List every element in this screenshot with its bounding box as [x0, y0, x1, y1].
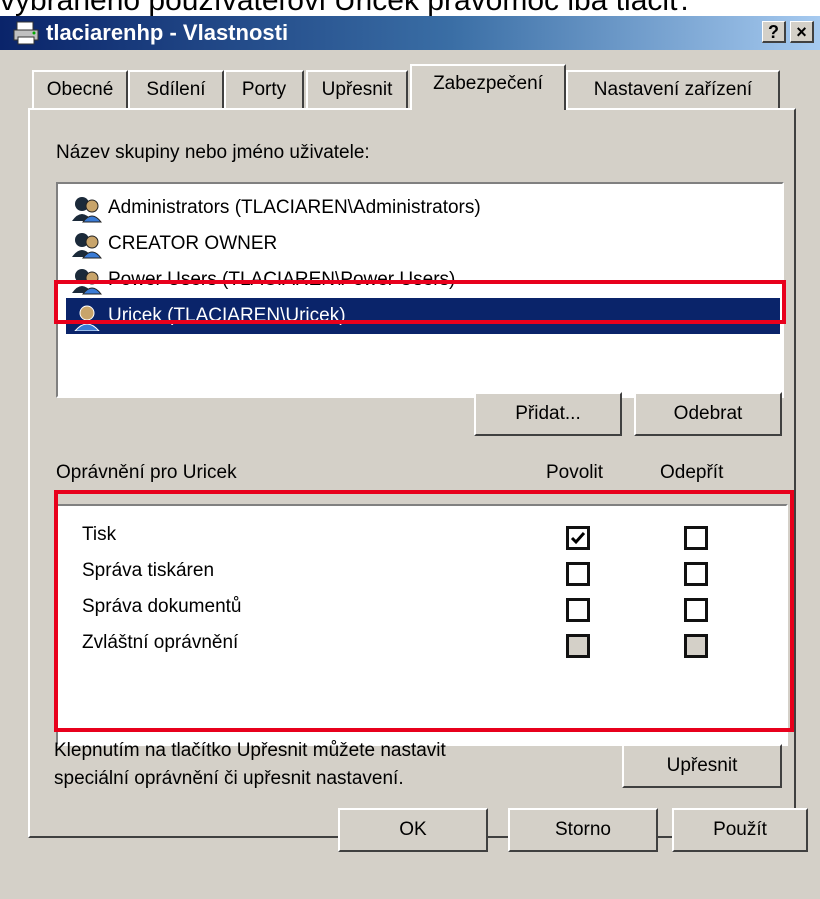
help-button[interactable]: ? [762, 21, 786, 43]
window-title: tlaciarenhp - Vlastnosti [46, 20, 289, 45]
permissions-label: Oprávnění pro Uricek [56, 462, 237, 483]
allow-checkbox[interactable] [566, 598, 590, 622]
deny-column-header: Odepřít [660, 462, 724, 483]
permission-name: Správa tiskáren [82, 560, 215, 581]
tab-device-settings[interactable]: Nastavení zařízení [566, 70, 780, 108]
user-icon [74, 305, 100, 331]
ok-button[interactable]: OK [338, 808, 488, 852]
permissions-list: Tisk Správa tiskáren Správa dokumentů Zv… [56, 504, 788, 746]
allow-checkbox[interactable] [566, 562, 590, 586]
permission-row-special: Zvláštní oprávnění [58, 628, 786, 664]
tab-sharing[interactable]: Sdílení [128, 70, 224, 108]
list-item-administrators[interactable]: Administrators (TLACIAREN\Administrators… [66, 190, 780, 226]
permission-row-manage-printers: Správa tiskáren [58, 556, 786, 592]
list-item-power-users[interactable]: Power Users (TLACIAREN\Power Users) [66, 262, 780, 298]
cancel-button[interactable]: Storno [508, 808, 658, 852]
permission-name: Zvláštní oprávnění [82, 632, 239, 653]
users-label: Název skupiny nebo jméno uživatele: [56, 142, 370, 163]
tab-security[interactable]: Zabezpečení [410, 64, 566, 110]
advanced-hint-line2: speciální oprávnění či upřesnit nastaven… [54, 768, 404, 789]
users-list[interactable]: Administrators (TLACIAREN\Administrators… [56, 182, 784, 398]
deny-checkbox[interactable] [684, 526, 708, 550]
group-icon [72, 233, 103, 259]
group-icon [72, 269, 103, 295]
tab-general[interactable]: Obecné [32, 70, 128, 108]
tab-ports[interactable]: Porty [224, 70, 304, 108]
title-bar: tlaciarenhp - Vlastnosti ? × [0, 16, 820, 50]
remove-button[interactable]: Odebrat [634, 392, 782, 436]
permission-row-print: Tisk [58, 520, 786, 556]
printer-icon [13, 21, 39, 45]
deny-checkbox [684, 634, 708, 658]
tab-advanced[interactable]: Upřesnit [306, 70, 408, 108]
allow-column-header: Povolit [546, 462, 604, 483]
properties-dialog: tlaciarenhp - Vlastnosti ? × Obecné Sdíl… [0, 16, 820, 899]
advanced-hint-line1: Klepnutím na tlačítko Upřesnit můžete na… [54, 740, 446, 761]
list-item-label: Power Users (TLACIAREN\Power Users) [108, 269, 456, 290]
permission-row-manage-documents: Správa dokumentů [58, 592, 786, 628]
apply-button[interactable]: Použít [672, 808, 808, 852]
close-button[interactable]: × [790, 21, 814, 43]
allow-checkbox[interactable] [566, 526, 590, 550]
list-item-uricek[interactable]: Uricek (TLACIAREN\Uricek) [66, 298, 780, 334]
advanced-button[interactable]: Upřesnit [622, 744, 782, 788]
permission-name: Tisk [82, 524, 117, 545]
permission-name: Správa dokumentů [82, 596, 242, 617]
list-item-label: CREATOR OWNER [108, 233, 278, 254]
list-item-label: Administrators (TLACIAREN\Administrators… [108, 197, 481, 218]
deny-checkbox[interactable] [684, 598, 708, 622]
add-button[interactable]: Přidat... [474, 392, 622, 436]
page-caption: vybraného používateľovi Uricek právomoc … [0, 0, 820, 16]
deny-checkbox[interactable] [684, 562, 708, 586]
allow-checkbox [566, 634, 590, 658]
list-item-creator-owner[interactable]: CREATOR OWNER [66, 226, 780, 262]
list-item-label: Uricek (TLACIAREN\Uricek) [108, 305, 346, 326]
checkmark-icon [570, 532, 586, 545]
group-icon [72, 197, 103, 223]
